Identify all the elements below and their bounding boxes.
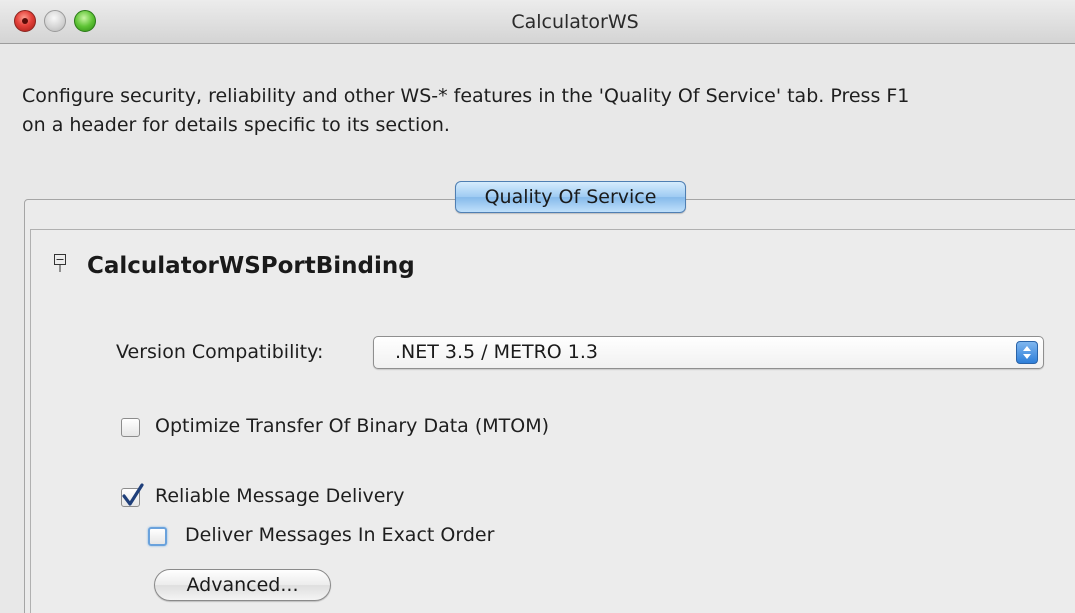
reliable-delivery-checkbox[interactable] <box>121 483 144 507</box>
version-compatibility-select[interactable]: .NET 3.5 / METRO 1.3 <box>373 336 1044 369</box>
window-title: CalculatorWS <box>511 11 639 33</box>
checkmark-icon <box>122 483 144 506</box>
mtom-checkbox[interactable] <box>121 418 140 437</box>
exact-order-checkbox[interactable] <box>148 527 167 546</box>
mtom-label[interactable]: Optimize Transfer Of Binary Data (MTOM) <box>155 415 549 437</box>
advanced-button[interactable]: Advanced... <box>154 569 331 601</box>
version-select-value: .NET 3.5 / METRO 1.3 <box>395 341 599 363</box>
reliable-delivery-label[interactable]: Reliable Message Delivery <box>155 485 405 507</box>
exact-order-label[interactable]: Deliver Messages In Exact Order <box>185 524 494 546</box>
version-compatibility-label: Version Compatibility: <box>116 341 324 363</box>
updown-arrows-icon <box>1016 341 1038 364</box>
intro-text: Configure security, reliability and othe… <box>22 85 910 136</box>
title-bar[interactable]: CalculatorWS <box>0 0 1075 44</box>
section-header[interactable]: CalculatorWSPortBinding <box>87 253 415 279</box>
collapse-icon[interactable] <box>54 254 66 272</box>
window: CalculatorWS Configure security, reliabi… <box>0 0 1075 613</box>
tab-quality-of-service[interactable]: Quality Of Service <box>455 181 686 213</box>
